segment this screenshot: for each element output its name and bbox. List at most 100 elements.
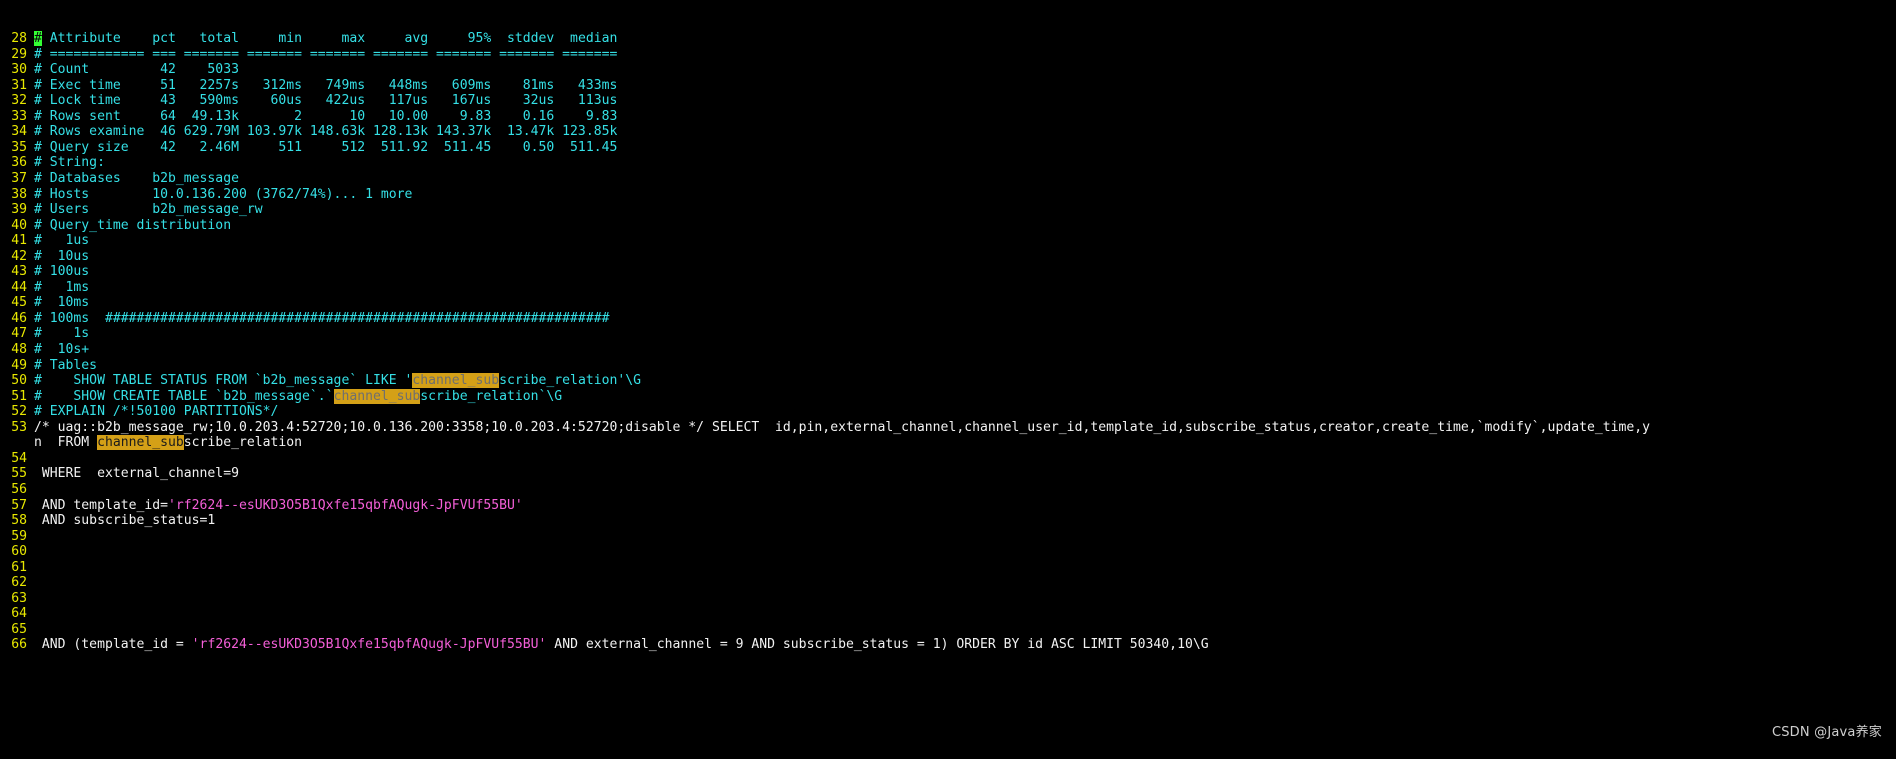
editor-line[interactable]: 35 # Query size 42 2.46M 511 512 511.92 5… xyxy=(0,140,1896,156)
code-token: # Exec time 51 2257s 312ms 749ms 448ms 6… xyxy=(34,77,618,93)
editor-line[interactable]: 48 # 10s+ xyxy=(0,342,1896,358)
editor-line[interactable]: 61 xyxy=(0,560,1896,576)
editor-line[interactable]: 46 # 100ms ##############################… xyxy=(0,311,1896,327)
code-token: AND subscribe_status=1 xyxy=(34,513,216,529)
editor-line[interactable]: 47 # 1s xyxy=(0,326,1896,342)
line-content[interactable]: # Rows examine 46 629.79M 103.97k 148.63… xyxy=(34,124,1896,140)
editor-line[interactable]: 44 # 1ms xyxy=(0,280,1896,296)
line-content[interactable]: WHERE external_channel=9 xyxy=(34,466,1896,482)
editor-line[interactable]: 57 AND template_id='rf2624--esUKD3O5B1Qx… xyxy=(0,498,1896,514)
editor-line[interactable]: 30 # Count 42 5033 xyxy=(0,62,1896,78)
line-content[interactable]: /* uag::b2b_message_rw;10.0.203.4:52720;… xyxy=(34,420,1896,436)
line-number: 32 xyxy=(11,93,27,109)
line-content[interactable]: AND subscribe_status=1 xyxy=(34,513,1896,529)
code-token: AND template_id= xyxy=(34,497,169,513)
editor-lines-container: 28 # Attribute pct total min max avg 95% … xyxy=(0,31,1896,653)
line-content[interactable]: n FROM channel_subscribe_relation xyxy=(34,435,1896,451)
code-token: AND external_channel = 9 AND subscribe_s… xyxy=(546,637,1209,653)
editor-line[interactable]: 38 # Hosts 10.0.136.200 (3762/74%)... 1 m… xyxy=(0,187,1896,203)
line-content[interactable]: # String: xyxy=(34,155,1896,171)
line-number: 35 xyxy=(11,139,27,155)
editor-line[interactable]: 43 # 100us xyxy=(0,264,1896,280)
editor-line[interactable]: 31 # Exec time 51 2257s 312ms 749ms 448ms… xyxy=(0,78,1896,94)
line-content[interactable]: # 1ms xyxy=(34,280,1896,296)
line-content[interactable]: # Users b2b_message_rw xyxy=(34,202,1896,218)
editor-line[interactable]: 60 xyxy=(0,544,1896,560)
line-number: 59 xyxy=(11,528,27,544)
code-token: # Query size 42 2.46M 511 512 511.92 511… xyxy=(34,139,618,155)
line-content[interactable]: AND (template_id = 'rf2624--esUKD3O5B1Qx… xyxy=(34,637,1896,653)
line-content[interactable]: # 1s xyxy=(34,326,1896,342)
editor-line[interactable]: 54 xyxy=(0,451,1896,467)
line-number: 57 xyxy=(11,497,27,513)
code-token: scribe_relation'\G xyxy=(499,373,642,389)
line-content[interactable]: # Query size 42 2.46M 511 512 511.92 511… xyxy=(34,140,1896,156)
line-number: 66 xyxy=(11,637,27,653)
line-number: 41 xyxy=(11,233,27,249)
line-content[interactable]: # 100ms ################################… xyxy=(34,311,1896,327)
code-token: # Rows examine 46 629.79M 103.97k 148.63… xyxy=(34,124,618,140)
line-content[interactable]: # SHOW TABLE STATUS FROM `b2b_message` L… xyxy=(34,373,1896,389)
line-content[interactable]: # 100us xyxy=(34,264,1896,280)
line-content[interactable]: # SHOW CREATE TABLE `b2b_message`.`chann… xyxy=(34,388,1896,405)
code-token: # Count 42 5033 xyxy=(34,62,239,78)
line-content[interactable]: # Rows sent 64 49.13k 2 10 10.00 9.83 0.… xyxy=(34,109,1896,125)
editor-line[interactable]: 42 # 10us xyxy=(0,249,1896,265)
line-content[interactable]: AND template_id='rf2624--esUKD3O5B1Qxfe1… xyxy=(34,498,1896,514)
editor-line[interactable]: 50 # SHOW TABLE STATUS FROM `b2b_message`… xyxy=(0,373,1896,389)
editor-line[interactable]: 62 xyxy=(0,575,1896,591)
editor-line[interactable]: 49 # Tables xyxy=(0,358,1896,374)
editor-line[interactable]: 36 # String: xyxy=(0,155,1896,171)
editor-line[interactable]: 32 # Lock time 43 590ms 60us 422us 117us … xyxy=(0,93,1896,109)
line-content[interactable]: # Lock time 43 590ms 60us 422us 117us 16… xyxy=(34,93,1896,109)
line-content[interactable]: # 10us xyxy=(34,249,1896,265)
line-content[interactable]: # Exec time 51 2257s 312ms 749ms 448ms 6… xyxy=(34,78,1896,94)
line-content[interactable]: # Count 42 5033 xyxy=(34,62,1896,78)
editor-line[interactable]: 34 # Rows examine 46 629.79M 103.97k 148.… xyxy=(0,124,1896,140)
search-match-highlight[interactable]: channel_sub xyxy=(412,373,500,389)
search-match-highlight[interactable]: channel_sub xyxy=(333,388,421,404)
editor-wrapped-line[interactable]: n FROM channel_subscribe_relation xyxy=(0,435,1896,451)
line-content[interactable]: # 10ms xyxy=(34,295,1896,311)
line-content[interactable]: # Query_time distribution xyxy=(34,218,1896,234)
line-content[interactable]: # 1us xyxy=(34,233,1896,249)
line-content[interactable]: # Hosts 10.0.136.200 (3762/74%)... 1 mor… xyxy=(34,187,1896,203)
line-content[interactable]: # 10s+ xyxy=(34,342,1896,358)
editor-line[interactable]: 64 xyxy=(0,606,1896,622)
editor-line[interactable]: 58 AND subscribe_status=1 xyxy=(0,513,1896,529)
editor-line[interactable]: 37 # Databases b2b_message xyxy=(0,171,1896,187)
line-number: 49 xyxy=(11,357,27,373)
editor-line[interactable]: 53 /* uag::b2b_message_rw;10.0.203.4:5272… xyxy=(0,420,1896,436)
editor-line[interactable]: 39 # Users b2b_message_rw xyxy=(0,202,1896,218)
editor-line[interactable]: 33 # Rows sent 64 49.13k 2 10 10.00 9.83 … xyxy=(0,109,1896,125)
code-token: scribe_relation`\G xyxy=(420,388,563,404)
code-editor-viewport[interactable]: 28 # Attribute pct total min max avg 95% … xyxy=(0,0,1896,759)
editor-line[interactable]: 51 # SHOW CREATE TABLE `b2b_message`.`cha… xyxy=(0,388,1896,405)
editor-line[interactable]: 45 # 10ms xyxy=(0,295,1896,311)
editor-line[interactable]: 40 # Query_time distribution xyxy=(0,218,1896,234)
editor-line[interactable]: 29 # ============ === ======= ======= ===… xyxy=(0,47,1896,63)
line-number: 44 xyxy=(11,279,27,295)
line-number: 60 xyxy=(11,544,27,560)
code-token: # 10ms xyxy=(34,295,90,311)
editor-line[interactable]: 52 # EXPLAIN /*!50100 PARTITIONS*/ xyxy=(0,404,1896,420)
code-token: scribe_relation xyxy=(183,435,303,451)
watermark-label: CSDN @Java养家 xyxy=(1771,725,1882,741)
line-content[interactable]: # Attribute pct total min max avg 95% st… xyxy=(34,31,1896,47)
code-token: # ============ === ======= ======= =====… xyxy=(34,46,618,62)
line-number: 30 xyxy=(11,62,27,78)
editor-line[interactable]: 55 WHERE external_channel=9 xyxy=(0,466,1896,482)
editor-line[interactable]: 56 xyxy=(0,482,1896,498)
line-content[interactable]: # ============ === ======= ======= =====… xyxy=(34,47,1896,63)
editor-line[interactable]: 63 xyxy=(0,591,1896,607)
editor-line[interactable]: 66 AND (template_id = 'rf2624--esUKD3O5B… xyxy=(0,637,1896,653)
editor-line[interactable]: 28 # Attribute pct total min max avg 95% … xyxy=(0,31,1896,47)
editor-line[interactable]: 65 xyxy=(0,622,1896,638)
code-token: # Hosts 10.0.136.200 (3762/74%)... 1 mor… xyxy=(34,186,413,202)
editor-line[interactable]: 41 # 1us xyxy=(0,233,1896,249)
search-match-highlight[interactable]: channel_sub xyxy=(97,435,184,451)
line-content[interactable]: # EXPLAIN /*!50100 PARTITIONS*/ xyxy=(34,404,1896,420)
line-content[interactable]: # Databases b2b_message xyxy=(34,171,1896,187)
editor-line[interactable]: 59 xyxy=(0,529,1896,545)
line-content[interactable]: # Tables xyxy=(34,358,1896,374)
